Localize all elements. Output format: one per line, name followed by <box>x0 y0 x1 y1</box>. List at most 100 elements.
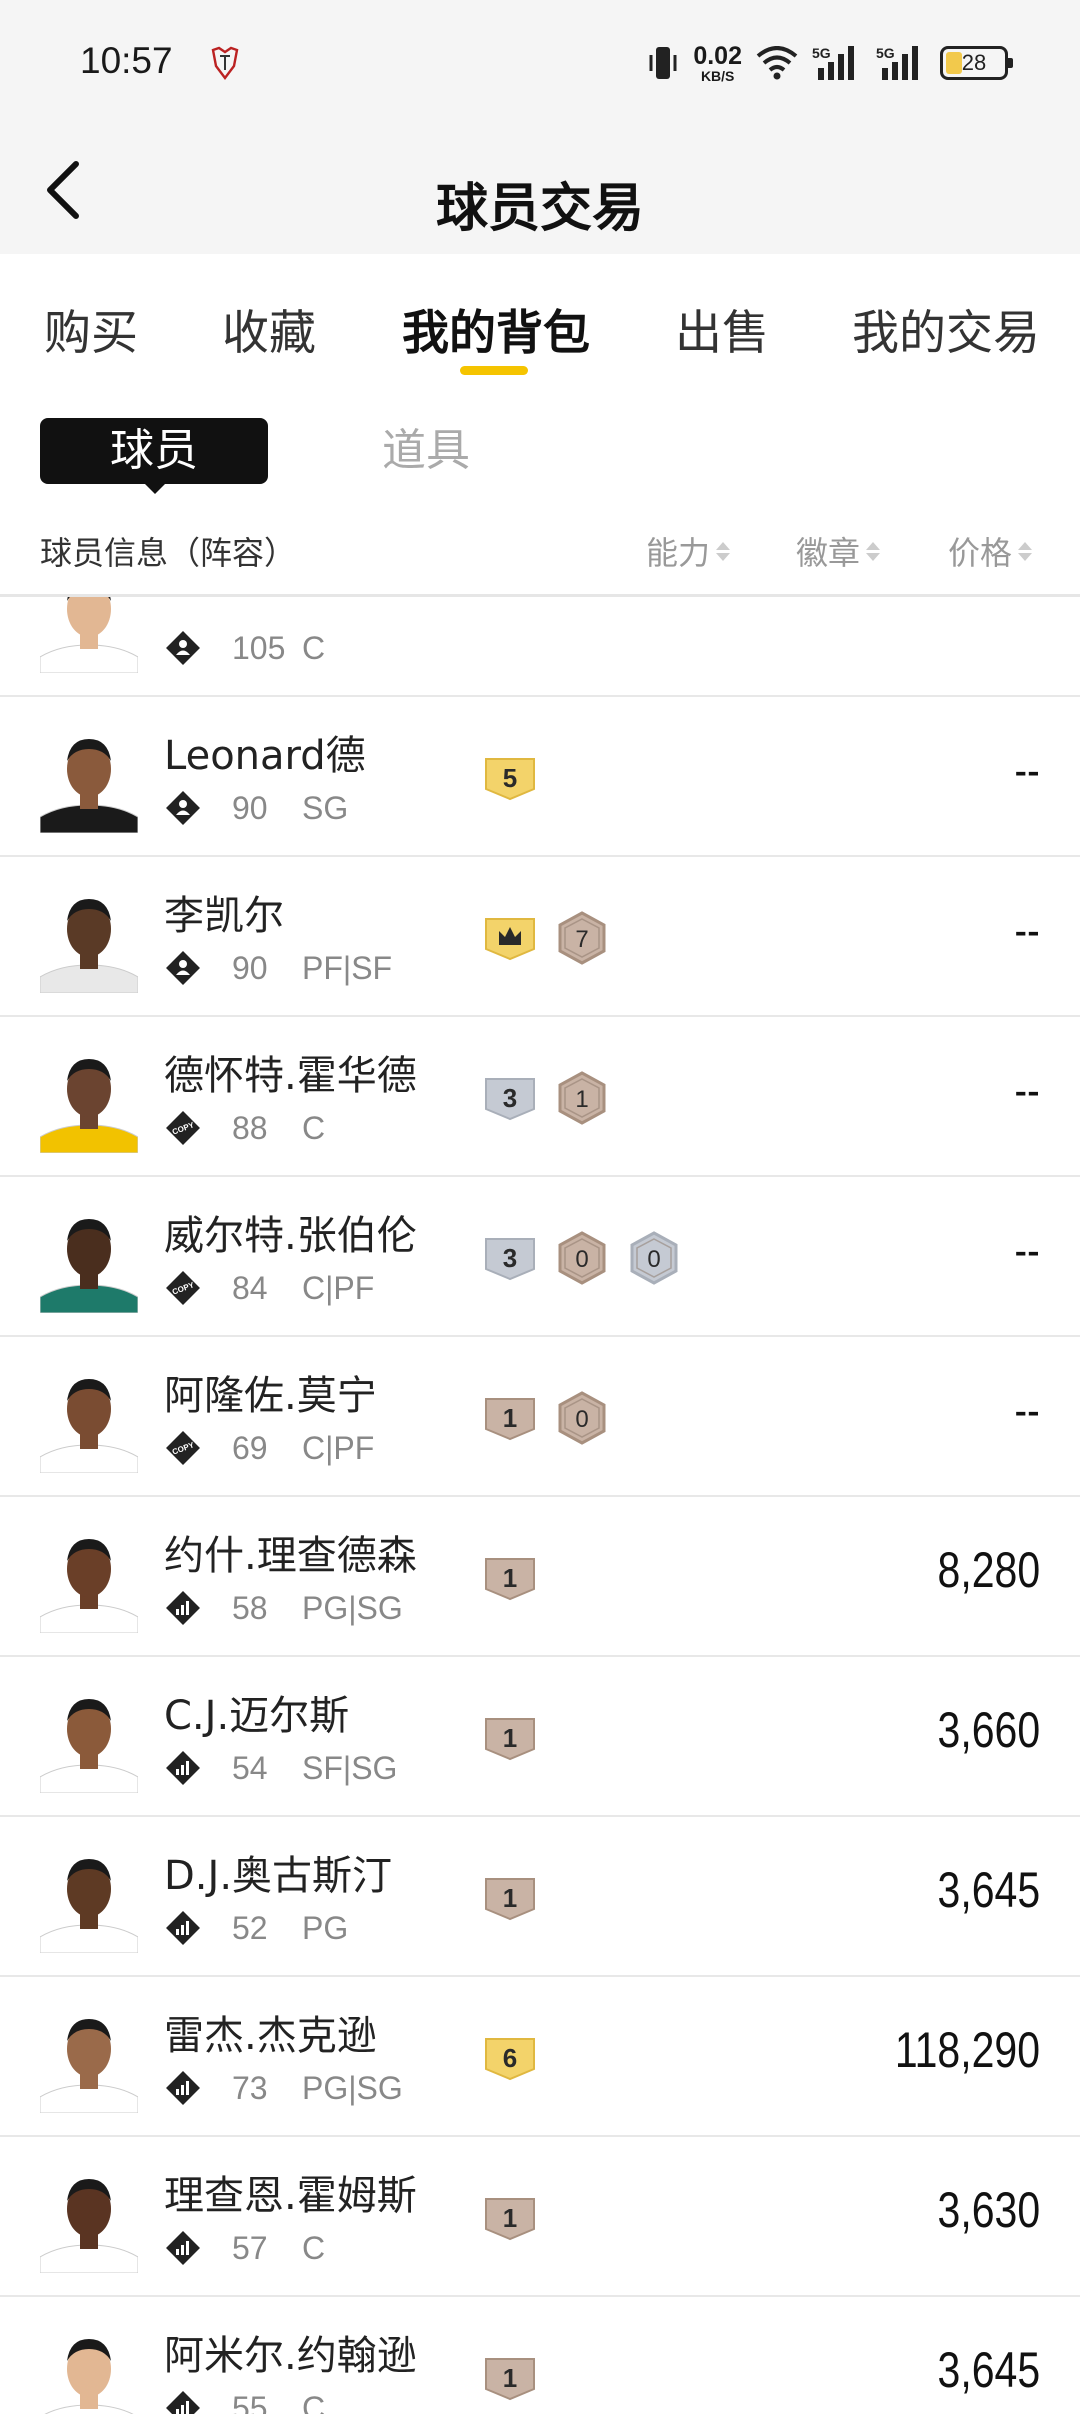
player-rating: 88 <box>232 1109 268 1146</box>
player-avatar <box>40 1859 138 1953</box>
copy-tier-icon: COPY <box>166 1431 200 1465</box>
player-position: C <box>302 2389 326 2414</box>
player-row[interactable]: 雷杰.杰克逊 73 PG|SG 6 118,290 <box>0 1977 1080 2137</box>
player-rating: 105 <box>232 629 286 666</box>
segment-player[interactable]: 球员 <box>40 418 268 484</box>
player-price: -- <box>1014 1064 1040 1116</box>
player-name: 德怀特.霍华德 <box>164 1053 417 1099</box>
svg-text:1: 1 <box>503 1563 517 1593</box>
svg-text:1: 1 <box>503 1403 517 1433</box>
player-avatar <box>40 1059 138 1153</box>
app-notification-icon <box>211 46 239 80</box>
player-badges: 1 <box>482 2349 538 2407</box>
player-name: 阿米尔.约翰逊 <box>164 2333 417 2379</box>
player-avatar <box>40 1219 138 1313</box>
svg-text:6: 6 <box>503 2043 517 2073</box>
badge-hex-icon: 0 <box>630 1231 678 1285</box>
player-badges: 31 <box>482 1069 610 1127</box>
player-row[interactable]: C.J.迈尔斯 54 SF|SG 1 3,660 <box>0 1657 1080 1817</box>
player-badges: 1 <box>482 1549 538 1607</box>
badge-hex-icon: 0 <box>558 1231 606 1285</box>
tab-buy[interactable]: 购买 <box>44 294 138 363</box>
player-rating: 69 <box>232 1429 268 1466</box>
svg-text:0: 0 <box>575 1246 588 1273</box>
segment-items[interactable]: 道具 <box>382 420 470 482</box>
status-time: 10:57 <box>80 40 173 81</box>
player-row[interactable]: 阿隆佐.莫宁 COPY 69 C|PF 1 0 -- <box>0 1337 1080 1497</box>
player-position: C <box>302 629 326 666</box>
player-position: SG <box>302 789 349 826</box>
battery-level: 28 <box>961 50 987 75</box>
tab-my-trades[interactable]: 我的交易 <box>852 294 1040 363</box>
player-name: 威尔特.张伯伦 <box>164 1213 417 1259</box>
player-name: Leonard德 <box>164 733 366 779</box>
ability-shield-icon: 3 <box>485 1238 535 1281</box>
player-meta: COPY 84 C|PF <box>164 1269 374 1307</box>
player-rating: 73 <box>232 2069 268 2106</box>
player-avatar <box>40 2019 138 2113</box>
player-row[interactable]: Leonard德 90 SG 5 -- <box>0 697 1080 857</box>
player-row[interactable]: 约什.理查德森 58 PG|SG 1 8,280 <box>0 1497 1080 1657</box>
player-meta: 105 C <box>164 629 325 667</box>
ability-shield-icon: 3 <box>485 1078 535 1121</box>
player-row[interactable]: 阿米尔.约翰逊 55 C 1 3,645 <box>0 2297 1080 2414</box>
vibrate-icon <box>649 47 677 79</box>
player-rating: 58 <box>232 1589 268 1626</box>
level-bars-icon <box>166 2231 200 2265</box>
svg-text:5G: 5G <box>812 45 831 61</box>
sort-ability[interactable]: 能力 <box>646 528 731 574</box>
player-meta: 90 SG <box>164 789 348 827</box>
player-badges: 1 <box>482 1709 538 1767</box>
header-badge-label: 徽章 <box>796 534 861 572</box>
crown-badge-icon <box>485 918 535 961</box>
person-tier-icon <box>166 631 200 665</box>
player-position: PG|SG <box>302 2069 403 2106</box>
sort-arrows-icon <box>866 541 881 561</box>
player-price: 3,630 <box>937 2182 1040 2238</box>
player-row[interactable]: D.J.奥古斯汀 52 PG 1 3,645 <box>0 1817 1080 1977</box>
sort-arrows-icon <box>1018 541 1033 561</box>
player-rating: 52 <box>232 1909 268 1946</box>
player-badges: 6 <box>482 2029 538 2087</box>
tab-sell[interactable]: 出售 <box>675 294 769 363</box>
player-name: D.J.奥古斯汀 <box>164 1853 393 1899</box>
player-price: 118,290 <box>894 2022 1040 2078</box>
player-row[interactable]: 理查恩.霍姆斯 57 C 1 3,630 <box>0 2137 1080 2297</box>
tab-my-backpack[interactable]: 我的背包 <box>402 294 590 363</box>
level-bars-icon <box>166 1911 200 1945</box>
net-speed-unit: KB/S <box>700 67 735 84</box>
player-position: PF|SF <box>302 949 393 986</box>
person-tier-icon <box>166 951 200 985</box>
player-row[interactable]: 李凯尔 90 PF|SF 7 -- <box>0 857 1080 1017</box>
player-badges: 1 <box>482 2189 538 2247</box>
player-avatar <box>44 2339 134 2414</box>
svg-text:1: 1 <box>503 1723 517 1753</box>
svg-text:0: 0 <box>575 1406 588 1433</box>
sort-arrows-icon <box>716 541 731 561</box>
svg-text:5G: 5G <box>876 45 895 61</box>
ability-shield-icon: 1 <box>485 1558 535 1601</box>
wifi-icon <box>756 46 798 80</box>
badge-hex-icon: 7 <box>558 911 606 965</box>
sort-price[interactable]: 价格 <box>948 528 1033 574</box>
player-position: SF|SG <box>302 1749 398 1786</box>
player-row[interactable]: 德怀特.霍华德 COPY 88 C 3 1 -- <box>0 1017 1080 1177</box>
player-avatar <box>40 1699 138 1793</box>
player-row[interactable]: 威尔特.张伯伦 COPY 84 C|PF 3 0 0 -- <box>0 1177 1080 1337</box>
list-header: 球员信息（阵容） 能力 徽章 价格 <box>0 512 1080 594</box>
ability-shield-icon: 1 <box>485 1718 535 1761</box>
player-position: C <box>302 1109 326 1146</box>
copy-tier-icon: COPY <box>166 1271 200 1305</box>
header-player-info: 球员信息（阵容） <box>40 534 297 572</box>
tab-favorites[interactable]: 收藏 <box>222 294 316 363</box>
player-meta: COPY 88 C <box>164 1109 325 1147</box>
player-price: 3,645 <box>937 2342 1040 2398</box>
svg-text:3: 3 <box>503 1243 517 1273</box>
svg-text:0: 0 <box>647 1246 660 1273</box>
player-name: 阿隆佐.莫宁 <box>164 1373 377 1419</box>
player-row[interactable]: 105 C <box>0 597 1080 697</box>
sort-badge[interactable]: 徽章 <box>796 528 881 574</box>
page-title: 球员交易 <box>435 179 644 239</box>
level-bars-icon <box>166 2071 200 2105</box>
player-avatar <box>40 597 138 673</box>
